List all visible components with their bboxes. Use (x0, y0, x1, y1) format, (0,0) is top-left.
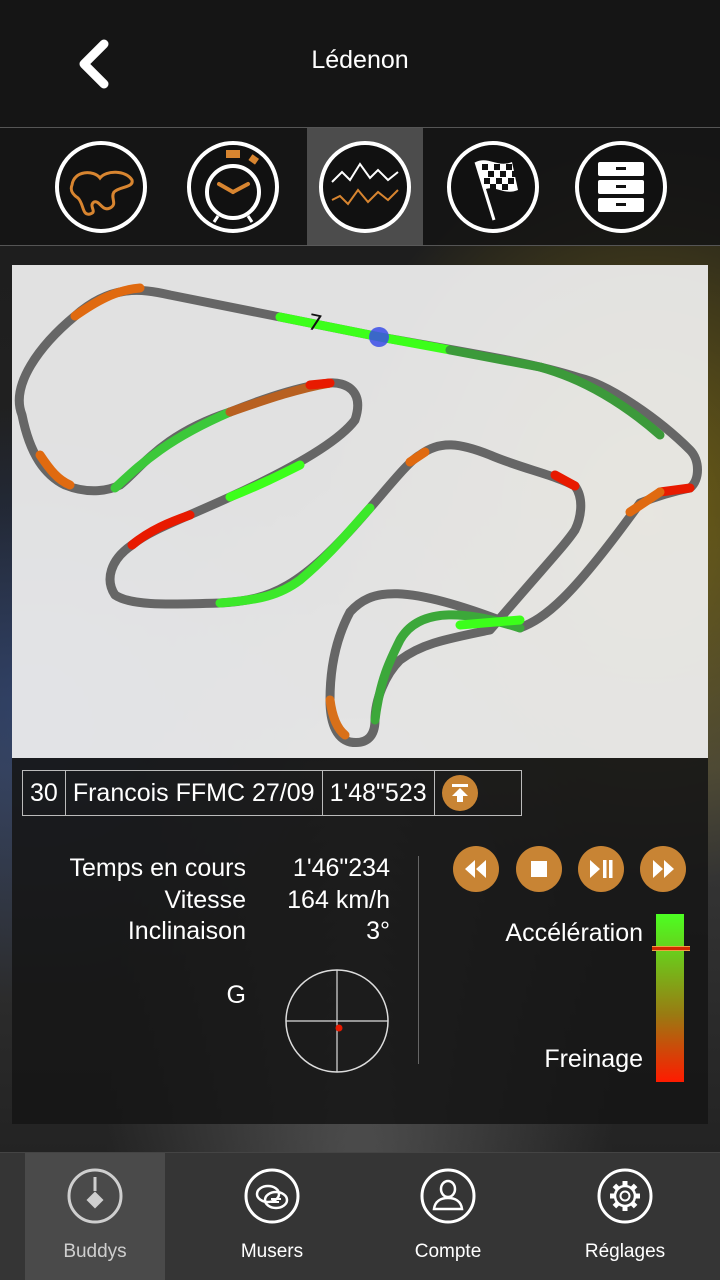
speed-value: 164 km/h (287, 886, 390, 914)
track-segment-accel (445, 345, 665, 440)
position-marker (369, 327, 389, 347)
gauge-marker (652, 946, 690, 951)
play-pause-button[interactable] (578, 846, 624, 892)
fast-forward-icon (653, 860, 674, 878)
graph-icon (319, 141, 411, 233)
nav-label-compte: Compte (414, 1241, 482, 1262)
fast-forward-button[interactable] (640, 846, 686, 892)
nav-item-musers[interactable]: Musers (202, 1153, 342, 1280)
g-meter (285, 969, 389, 1073)
user-icon (420, 1168, 476, 1224)
lap-rider: Francois FFMC 27/09 (66, 771, 323, 815)
app-header: Lédenon (0, 0, 720, 128)
collapse-up-button[interactable] (441, 775, 478, 811)
accel-brake-gauge (656, 914, 684, 1082)
buddys-power-icon (67, 1168, 123, 1224)
lean-label: Inclinaison (127, 917, 246, 945)
tab-stopwatch[interactable] (175, 128, 291, 246)
page-title: Lédenon (311, 46, 409, 74)
g-point (335, 1024, 343, 1032)
nav-label-musers: Musers (240, 1241, 304, 1262)
panel-divider (418, 856, 419, 1064)
lap-toggle[interactable] (435, 771, 485, 815)
view-toolbar (0, 128, 720, 246)
gear-icon (597, 1168, 653, 1224)
tab-drawers[interactable] (563, 128, 679, 246)
nav-label-reglages: Réglages (584, 1241, 666, 1262)
rewind-icon (465, 860, 486, 878)
track-segment-accel (110, 407, 235, 493)
current-time-value: 1'46"234 (292, 854, 390, 882)
stop-icon (531, 861, 547, 877)
track-segment-accel (215, 503, 375, 608)
nav-label-buddys: Buddys (63, 1241, 127, 1262)
telemetry-panel: 30 Francois FFMC 27/09 1'48"523 Temps en… (12, 758, 708, 1124)
lap-time: 1'48"523 (323, 771, 435, 815)
brake-label: Freinage (544, 1045, 643, 1073)
lap-selector[interactable]: 30 Francois FFMC 27/09 1'48"523 (22, 770, 522, 816)
track-segment-brake (550, 470, 580, 491)
track-map: 7 (14, 283, 702, 748)
track-segment-transition (70, 283, 145, 321)
g-label: G (226, 981, 246, 1009)
track-segment-accel (455, 615, 525, 630)
lap-number: 30 (23, 771, 66, 815)
track-segment-brake (655, 483, 695, 497)
checkered-flag-icon (447, 141, 539, 233)
tab-track-map[interactable] (43, 128, 159, 246)
tab-graph[interactable] (307, 128, 423, 246)
track-segment-brake (305, 378, 335, 390)
nav-item-compte[interactable]: Compte (378, 1153, 518, 1280)
collapse-up-icon (451, 784, 468, 802)
speed-label: Vitesse (164, 886, 246, 914)
bottom-nav: Buddys Musers Compte Réglages (0, 1152, 720, 1280)
stopwatch-icon (187, 141, 279, 233)
tab-checkered-flag[interactable] (435, 128, 551, 246)
nav-item-reglages[interactable]: Réglages (555, 1153, 695, 1280)
track-map-panel[interactable]: 7 (12, 265, 708, 758)
nav-item-buddys[interactable]: Buddys (25, 1153, 165, 1280)
track-segment-brake (127, 510, 195, 550)
track-segment-accel (225, 460, 305, 502)
accel-label: Accélération (505, 919, 643, 947)
track-segment-transition (405, 447, 430, 467)
current-time-label: Temps en cours (69, 854, 246, 882)
track-map-icon (55, 141, 147, 233)
chat-bubbles-icon (244, 1168, 300, 1224)
corner-number: 7 (305, 310, 324, 337)
lean-value: 3° (366, 917, 390, 945)
play-pause-icon (590, 860, 613, 878)
stop-button[interactable] (516, 846, 562, 892)
drawers-icon (575, 141, 667, 233)
rewind-button[interactable] (453, 846, 499, 892)
